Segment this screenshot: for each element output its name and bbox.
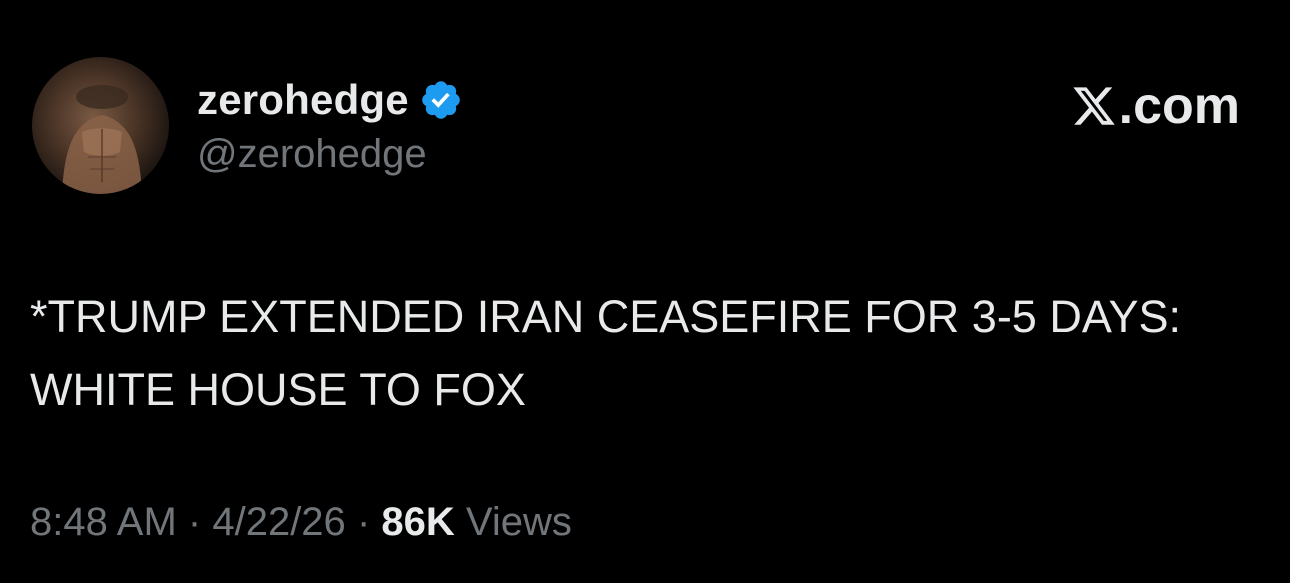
x-logo-icon <box>1071 83 1117 129</box>
author-name-row[interactable]: zerohedge <box>197 72 463 128</box>
brand-domain-suffix: .com <box>1118 77 1240 135</box>
views-label: Views <box>465 500 572 544</box>
avatar[interactable] <box>32 57 169 194</box>
views-count[interactable]: 86K <box>381 500 454 544</box>
x-com-brand: .com <box>1071 76 1240 136</box>
author-display-name[interactable]: zerohedge <box>197 76 409 124</box>
tweet-date[interactable]: 4/22/26 <box>212 500 345 544</box>
author-handle[interactable]: @zerohedge <box>197 132 427 177</box>
meta-separator: · <box>187 500 202 544</box>
tweet-meta: 8:48 AM · 4/22/26 · 86K Views <box>30 500 572 545</box>
verified-badge-icon <box>419 78 463 122</box>
profile-photo <box>62 85 142 194</box>
tweet-text: *TRUMP EXTENDED IRAN CEASEFIRE FOR 3-5 D… <box>30 291 1182 415</box>
meta-separator: · <box>356 500 371 544</box>
tweet-time[interactable]: 8:48 AM <box>30 500 177 544</box>
